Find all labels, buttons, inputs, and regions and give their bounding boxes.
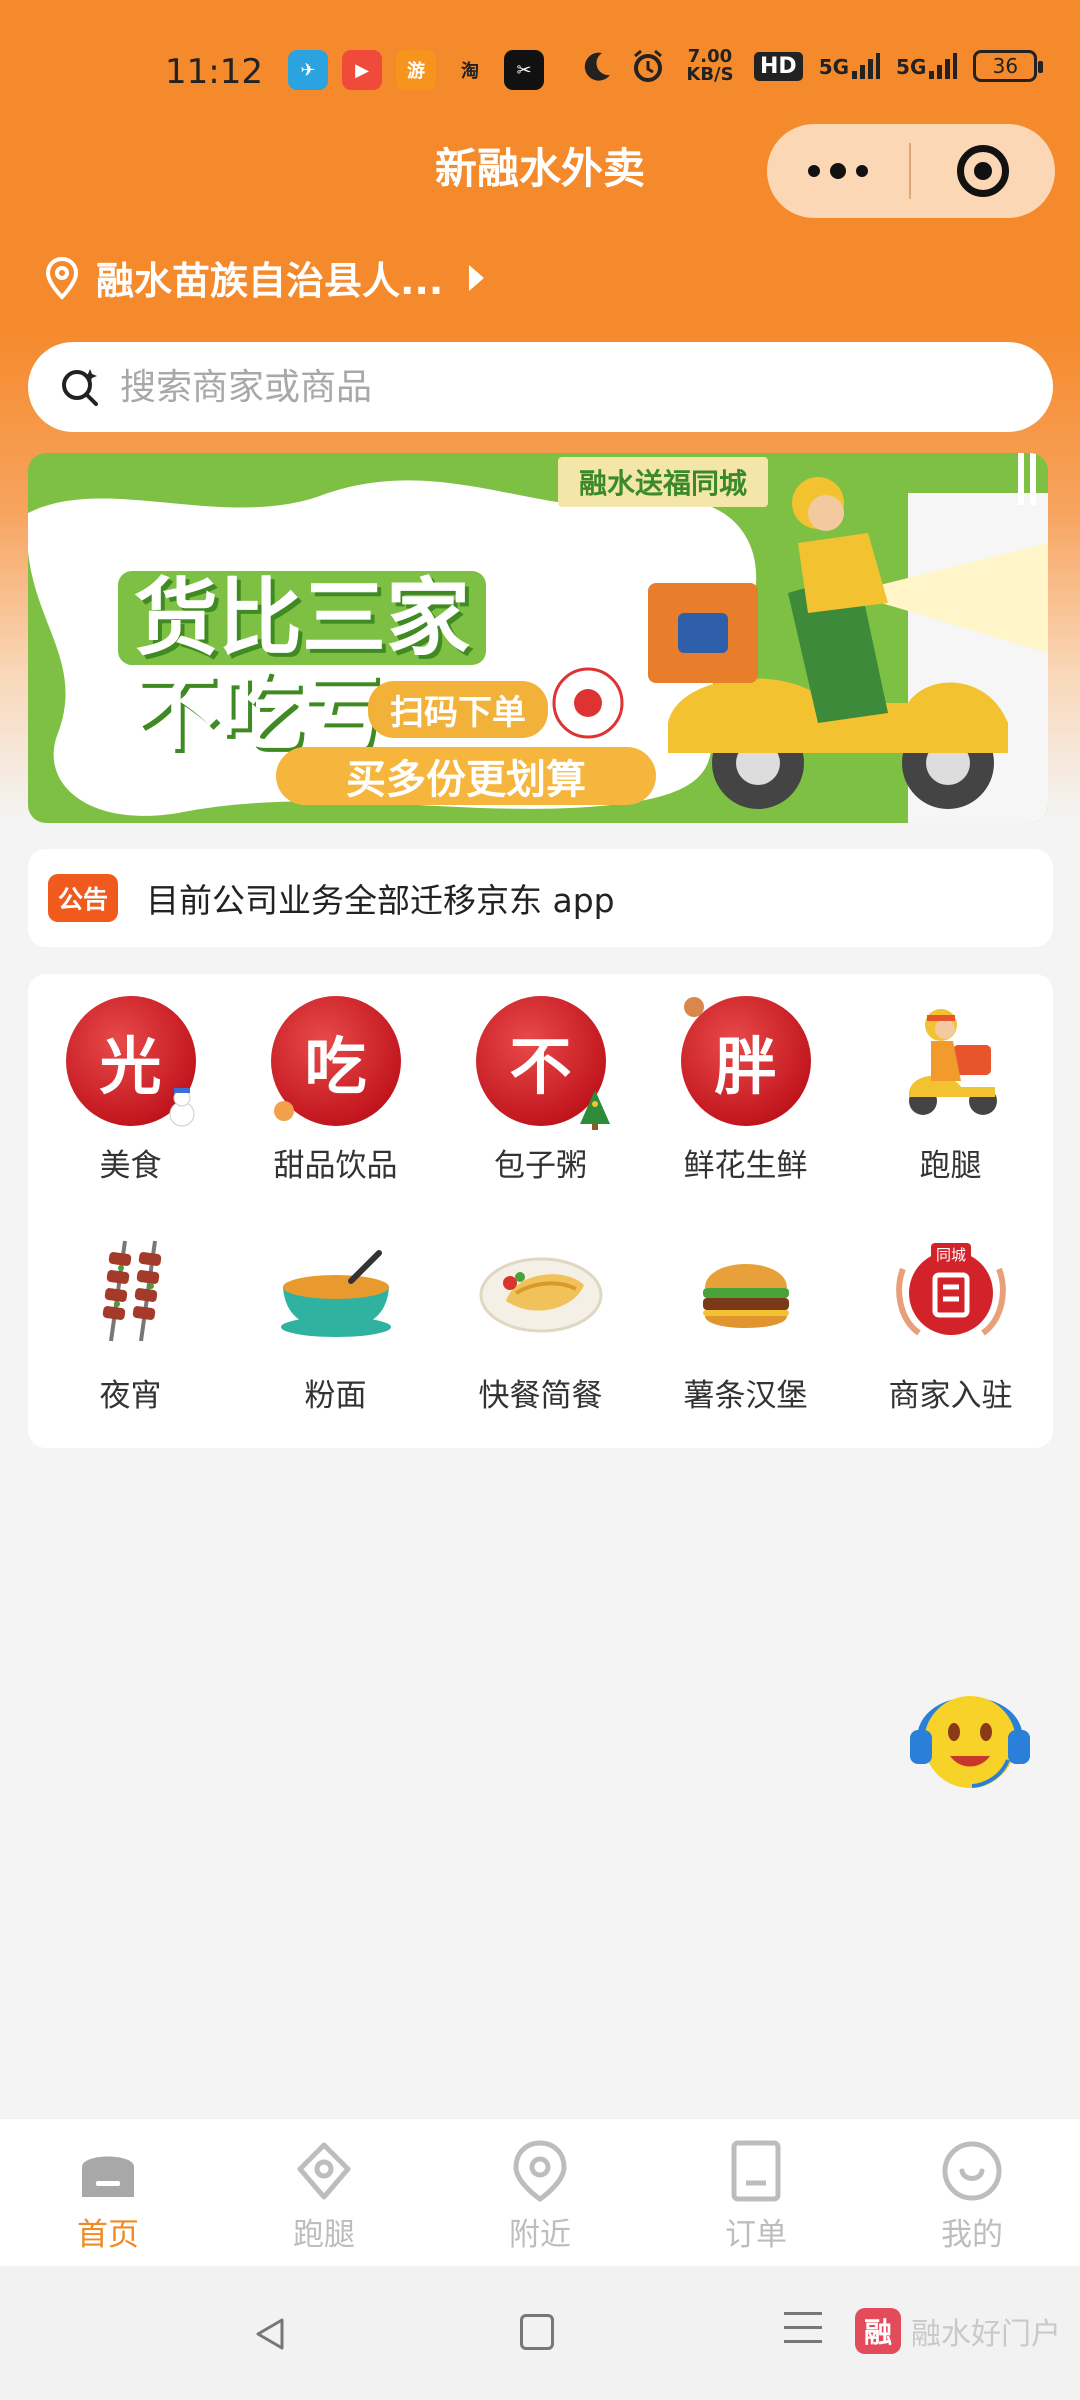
tab-home[interactable]: 首页	[0, 2119, 216, 2266]
fresh-icon: 胖	[680, 996, 811, 1126]
taobao-icon: 淘	[461, 61, 479, 82]
category-dessert[interactable]: 吃 甜品饮品	[233, 996, 438, 1185]
signal-bars-icon	[929, 53, 958, 79]
category-fast-meal[interactable]: 快餐简餐	[438, 1226, 643, 1415]
category-bun[interactable]: 不 包子粥	[438, 996, 643, 1185]
moon-icon	[584, 52, 610, 81]
search-bar[interactable]	[28, 342, 1053, 432]
signal-5g-2: 5G	[896, 53, 958, 79]
tab-nearby[interactable]: 附近	[432, 2119, 648, 2266]
notification-icons: ✈ ▶ 游 淘 ✂	[288, 50, 544, 90]
burger-icon	[681, 1226, 811, 1356]
tab-label: 附近	[509, 2217, 571, 2253]
customer-service-icon	[910, 1696, 1030, 1788]
category-food[interactable]: 光 美食	[28, 996, 233, 1185]
target-icon	[957, 145, 1009, 197]
merchant-join-icon: 同城	[886, 1226, 1016, 1356]
category-label: 快餐简餐	[478, 1378, 603, 1414]
category-label: 薯条汉堡	[683, 1378, 808, 1414]
tab-label: 跑腿	[293, 2217, 355, 2253]
status-indicators: 7.00 KB/S HD 5G 5G 36	[580, 46, 1044, 85]
home-icon	[82, 2156, 134, 2197]
capcut-icon: ✂	[504, 50, 544, 90]
fastfood-plate-icon	[476, 1226, 606, 1356]
caret-right-icon	[469, 264, 485, 291]
errand-scooter-icon	[886, 996, 1016, 1126]
category-label: 甜品饮品	[273, 1148, 398, 1184]
tab-profile[interactable]: 我的	[864, 2119, 1080, 2266]
notice-badge: 公告	[48, 874, 119, 922]
notice-text: 目前公司业务全部迁移京东 app	[146, 881, 615, 920]
signal-5g-1: 5G	[819, 53, 881, 79]
alarm-icon	[634, 49, 662, 82]
tab-errand[interactable]: 跑腿	[216, 2119, 432, 2266]
svg-text:同城: 同城	[935, 1246, 965, 1264]
back-icon[interactable]	[250, 2314, 290, 2354]
location-pin-icon	[45, 256, 79, 300]
category-merchant-join[interactable]: 同城 商家入驻	[848, 1226, 1053, 1415]
banner-stripe	[1018, 453, 1040, 505]
video-icon: ▶	[342, 50, 382, 90]
noodle-bowl-icon	[271, 1226, 401, 1356]
promo-banner[interactable]: 融水送福同城 货比三家 不吃亏 扫码下单 买多份更划算	[28, 453, 1048, 823]
skewer-icon	[66, 1226, 196, 1356]
location-selector[interactable]: 融水苗族自治县人...	[42, 250, 485, 305]
profile-icon	[942, 2141, 1002, 2201]
watermark: 融 融水好门户	[855, 2308, 1061, 2354]
food-icon: 光	[65, 996, 196, 1127]
category-fresh[interactable]: 胖 鲜花生鲜	[643, 996, 848, 1185]
tab-label: 订单	[725, 2217, 787, 2253]
battery-indicator: 36	[973, 50, 1044, 82]
more-button[interactable]	[767, 124, 909, 218]
category-label: 夜宵	[99, 1378, 162, 1414]
dot-icon	[808, 165, 820, 177]
bun-icon: 不	[475, 996, 610, 1130]
miniprogram-capsule	[767, 124, 1055, 218]
banner-scan-chip: 扫码下单	[368, 681, 548, 738]
category-label: 粉面	[304, 1378, 367, 1414]
search-icon	[62, 369, 98, 406]
nearby-icon	[513, 2140, 567, 2203]
category-label: 美食	[99, 1148, 162, 1184]
close-miniprogram-button[interactable]	[911, 145, 1055, 197]
dot-icon	[856, 165, 868, 177]
banner-headline-1: 货比三家	[118, 571, 487, 665]
watermark-text: 融水好门户	[911, 2317, 1061, 2352]
watermark-logo: 融	[855, 2308, 901, 2354]
status-time: 11:12	[165, 52, 263, 92]
category-label: 商家入驻	[888, 1378, 1013, 1414]
location-text: 融水苗族自治县人...	[96, 259, 444, 303]
menu-icon[interactable]	[784, 2312, 822, 2354]
category-grid: 光 美食 吃 甜品饮品 不 包子粥 胖 鲜花生鲜 跑腿 夜宵 粉面 快餐简餐 薯…	[28, 974, 1053, 1448]
category-errand[interactable]: 跑腿	[848, 996, 1053, 1185]
category-burger[interactable]: 薯条汉堡	[643, 1226, 848, 1415]
status-bar: 11:12 ✈ ▶ 游 淘 ✂ 7.00 KB/S HD 5G 5G 36	[0, 40, 1080, 104]
category-label: 跑腿	[919, 1148, 982, 1184]
notice-bar[interactable]: 公告 目前公司业务全部迁移京东 app	[28, 849, 1053, 947]
home-square-icon[interactable]	[520, 2314, 554, 2350]
banner-bottom-text: 买多份更划算	[276, 747, 656, 805]
telegram-icon: ✈	[288, 50, 328, 90]
banner-headline-2: 不吃亏	[134, 663, 387, 761]
category-label: 包子粥	[494, 1148, 587, 1184]
hd-badge: HD	[754, 51, 803, 81]
category-label: 鲜花生鲜	[683, 1148, 808, 1184]
banner-tag: 融水送福同城	[558, 457, 768, 507]
dessert-icon: 吃	[270, 996, 401, 1126]
signal-bars-icon	[852, 53, 881, 79]
bottom-tab-bar: 首页 跑腿 附近 订单 我的	[0, 2118, 1080, 2266]
order-icon	[731, 2140, 781, 2202]
category-night-snack[interactable]: 夜宵	[28, 1226, 233, 1415]
dot-icon	[830, 163, 846, 179]
network-speed: 7.00 KB/S	[686, 46, 734, 85]
tab-label: 我的	[941, 2217, 1003, 2253]
game-icon: 游	[396, 50, 436, 90]
search-input[interactable]	[120, 366, 920, 408]
tab-label: 首页	[77, 2217, 139, 2253]
category-noodles[interactable]: 粉面	[233, 1226, 438, 1415]
customer-service-button[interactable]	[900, 1670, 1040, 1800]
tab-orders[interactable]: 订单	[648, 2119, 864, 2266]
errand-icon	[297, 2142, 351, 2200]
